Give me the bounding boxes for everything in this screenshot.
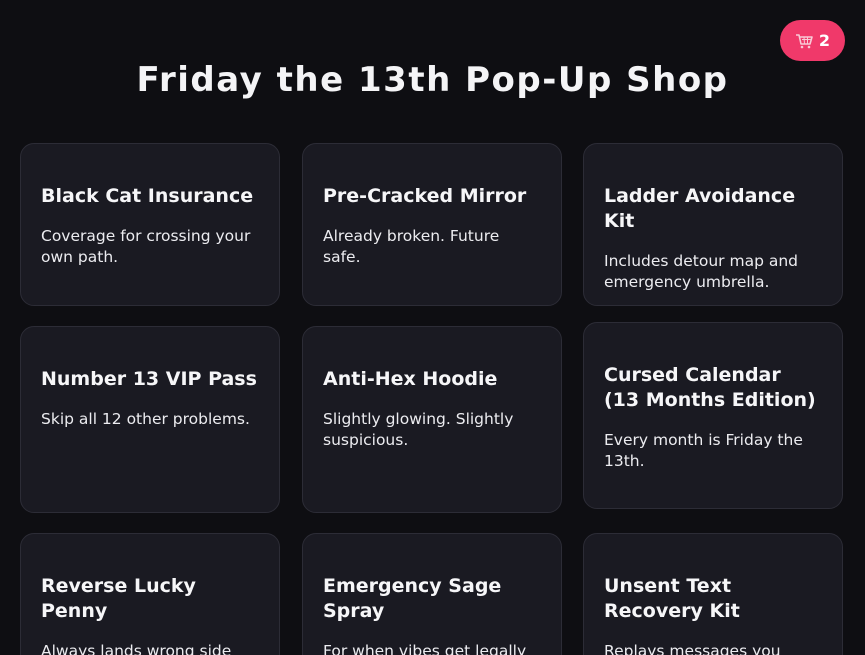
product-card[interactable]: Cursed Calendar (13 Months Edition) Ever… bbox=[583, 322, 843, 509]
product-description: Every month is Friday the 13th. bbox=[604, 431, 803, 470]
product-title: Anti-Hex Hoodie bbox=[323, 368, 498, 390]
product-card[interactable]: Pre-Cracked Mirror Already broken. Futur… bbox=[302, 143, 562, 306]
cart-count: 2 bbox=[818, 31, 831, 50]
product-title: Pre-Cracked Mirror bbox=[323, 185, 527, 207]
product-card[interactable]: Emergency Sage Spray For when vibes get … bbox=[302, 533, 562, 655]
product-description: Slightly glowing. Slightly suspicious. bbox=[323, 410, 514, 449]
product-description: For when vibes get legally concerning. bbox=[323, 642, 527, 655]
product-card[interactable]: Black Cat Insurance Coverage for crossin… bbox=[20, 143, 280, 306]
product-title: Number 13 VIP Pass bbox=[41, 368, 257, 390]
product-description: Skip all 12 other problems. bbox=[41, 410, 250, 428]
product-title: Unsent Text Recovery Kit bbox=[604, 575, 740, 622]
product-description: Already broken. Future safe. bbox=[323, 227, 500, 266]
product-description: Replays messages you bbox=[604, 642, 781, 655]
product-title: Emergency Sage Spray bbox=[323, 575, 502, 622]
product-description: Always lands wrong side up. bbox=[41, 642, 232, 655]
product-card[interactable]: Ladder Avoidance Kit Includes detour map… bbox=[583, 143, 843, 306]
product-title: Ladder Avoidance Kit bbox=[604, 185, 796, 232]
product-description: Coverage for crossing your own path. bbox=[41, 227, 251, 266]
product-title: Reverse Lucky Penny bbox=[41, 575, 196, 622]
cart-button[interactable]: 2 bbox=[780, 20, 845, 61]
shop-page: 2 Friday the 13th Pop-Up Shop Black Cat … bbox=[0, 0, 865, 655]
product-card[interactable]: Number 13 VIP Pass Skip all 12 other pro… bbox=[20, 326, 280, 513]
product-card[interactable]: Unsent Text Recovery Kit Replays message… bbox=[583, 533, 843, 655]
product-description: Includes detour map and emergency umbrel… bbox=[604, 252, 799, 291]
product-card[interactable]: Anti-Hex Hoodie Slightly glowing. Slight… bbox=[302, 326, 562, 513]
page-title: Friday the 13th Pop-Up Shop bbox=[136, 60, 729, 100]
shopping-cart-icon bbox=[795, 33, 813, 49]
product-title: Black Cat Insurance bbox=[41, 185, 254, 207]
product-card[interactable]: Reverse Lucky Penny Always lands wrong s… bbox=[20, 533, 280, 655]
product-title: Cursed Calendar (13 Months Edition) bbox=[604, 364, 816, 411]
